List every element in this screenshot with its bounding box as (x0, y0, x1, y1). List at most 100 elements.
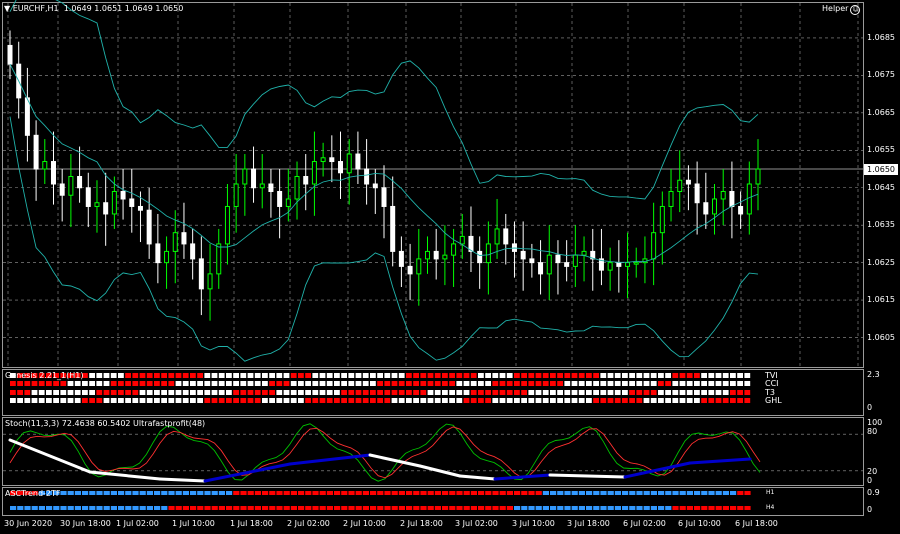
asctrend-cell (456, 506, 463, 510)
genesis-cell (269, 373, 275, 378)
candle-body (381, 187, 387, 207)
asctrend-cell (226, 506, 233, 510)
genesis-cell (478, 390, 484, 395)
genesis-cell (499, 398, 506, 403)
asctrend-cell (290, 491, 297, 495)
candle-body (285, 198, 291, 207)
ultrafast-profit-segment (548, 473, 627, 479)
asctrend-cell (240, 491, 247, 495)
candle-body (555, 254, 561, 264)
genesis-cell (722, 390, 729, 395)
genesis-cell (110, 381, 117, 386)
genesis-cell (276, 373, 283, 378)
candle-body (24, 97, 30, 136)
asctrend-cell (557, 491, 564, 495)
asctrend-cell (485, 506, 492, 510)
genesis-cell (384, 398, 391, 403)
asctrend-cell (470, 506, 477, 510)
genesis-cell (449, 390, 455, 395)
candle-body (33, 134, 39, 170)
asctrend-cell (89, 491, 96, 495)
genesis-cell (737, 390, 743, 395)
collapse-arrow-icon[interactable]: ▼ (4, 4, 10, 13)
genesis-cell (550, 398, 556, 403)
asctrend-cell (665, 506, 672, 510)
candle-body (85, 187, 91, 207)
asctrend-cell (708, 491, 715, 495)
genesis-cell (247, 373, 254, 378)
genesis-cell (240, 373, 247, 378)
genesis-cell (485, 381, 491, 386)
genesis-cell (161, 381, 167, 386)
smiley-icon[interactable]: ☺ (850, 5, 861, 15)
genesis-cell (96, 381, 103, 386)
genesis-cell (89, 398, 95, 403)
genesis-cell (341, 398, 347, 403)
genesis-cell (53, 398, 59, 403)
genesis-cell (528, 398, 535, 403)
genesis-cell (125, 373, 131, 378)
asctrend-cell (550, 491, 557, 495)
genesis-cell (442, 390, 448, 395)
asctrend-cell (658, 506, 665, 510)
asctrend-cell (370, 506, 377, 510)
genesis-cell (348, 381, 355, 386)
asctrend-cell (427, 491, 434, 495)
genesis-cell (449, 381, 455, 386)
genesis-cell (622, 390, 628, 395)
genesis-cell (650, 381, 657, 386)
genesis-cell (139, 398, 146, 403)
genesis-cell (571, 390, 578, 395)
candle-body (433, 250, 439, 260)
asctrend-cell (74, 506, 81, 510)
asctrend-cell (240, 506, 247, 510)
genesis-cell (334, 390, 340, 395)
genesis-cell (211, 373, 218, 378)
genesis-cell (31, 398, 38, 403)
genesis-cell (175, 390, 182, 395)
asctrend-cell (96, 491, 103, 495)
asctrend-cell (449, 506, 456, 510)
genesis-cell (24, 390, 31, 395)
candle-body (346, 153, 352, 174)
candle-body (616, 262, 622, 267)
genesis-cell (535, 398, 542, 403)
asctrend-cell (139, 506, 146, 510)
asctrend-cell (262, 491, 269, 495)
asctrend-cell (470, 491, 477, 495)
genesis-cell (528, 381, 535, 386)
stoch-axis-80: 80 (867, 427, 878, 436)
genesis-cell (665, 373, 671, 378)
genesis-cell (89, 381, 95, 386)
genesis-cell (226, 373, 232, 378)
genesis-label: Genesis 2.21_1(H1) (5, 371, 84, 380)
genesis-cell (305, 373, 311, 378)
candle-body (451, 243, 457, 256)
genesis-cell (701, 373, 707, 378)
asctrend-cell (377, 491, 384, 495)
asctrend-cell (31, 506, 38, 510)
candle-body (181, 232, 187, 245)
asctrend-cell (132, 506, 139, 510)
asctrend-cell (542, 506, 549, 510)
asctrend-cell (679, 506, 686, 510)
genesis-cell (413, 398, 419, 403)
asctrend-cell (305, 506, 312, 510)
genesis-cell (182, 381, 189, 386)
genesis-cell (254, 390, 261, 395)
helper-label[interactable]: Helper ☺ (822, 4, 861, 15)
genesis-cell (370, 390, 376, 395)
genesis-cell (492, 390, 499, 395)
genesis-cell (442, 373, 448, 378)
genesis-cell (614, 381, 621, 386)
genesis-cell (312, 381, 319, 386)
asctrend-cell (557, 506, 564, 510)
genesis-cell (355, 373, 362, 378)
genesis-cell (607, 381, 614, 386)
asctrend-cell (348, 491, 355, 495)
genesis-axis-bottom: 0 (867, 403, 873, 412)
asctrend-cell (362, 491, 369, 495)
asctrend-cell (607, 506, 614, 510)
genesis-cell (550, 390, 556, 395)
asctrend-cell (650, 491, 657, 495)
